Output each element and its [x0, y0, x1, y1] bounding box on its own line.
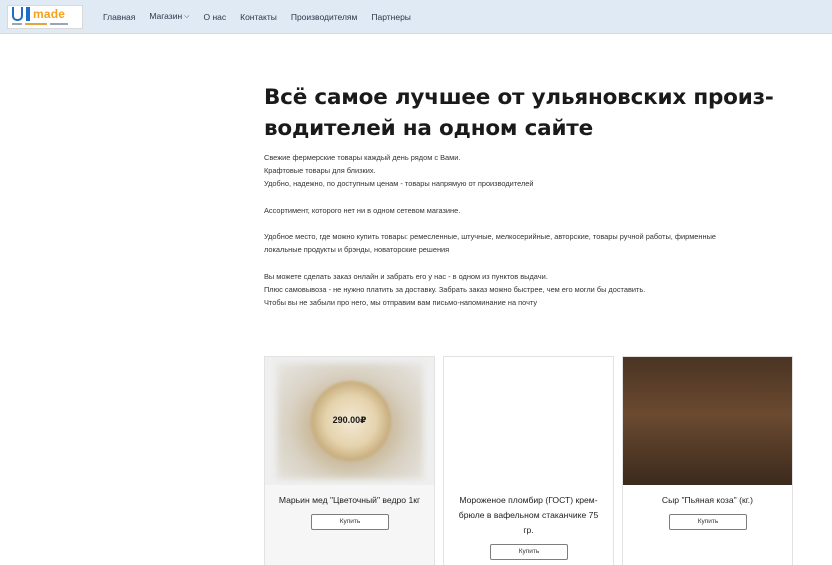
product-name[interactable]: Марьин мед "Цветочный" ведро 1кг — [273, 493, 426, 508]
nav-item-shop[interactable]: Магазин ⌵ — [149, 11, 189, 22]
top-navbar: made Главная Магазин ⌵ О нас Контакты Про… — [0, 0, 832, 34]
intro-line: Крафтовые товары для близких. — [264, 166, 376, 176]
nav-item-producers[interactable]: Производителям — [291, 12, 358, 22]
product-price: 290.00₽ — [332, 415, 367, 425]
product-name-line: Мороженое пломбир (ГОСТ) крем- — [459, 495, 598, 505]
site-logo[interactable]: made — [7, 5, 83, 29]
pickup-line: Чтобы вы не забыли про него, мы отправим… — [264, 298, 538, 308]
assortment-line: Ассортимент, которого нет ни в одном сет… — [264, 205, 461, 215]
nav-item-about[interactable]: О нас — [203, 12, 226, 22]
place-line: Удобное место, где можно купить товары: … — [264, 232, 716, 242]
product-image-honey[interactable]: 290.00₽ — [265, 357, 434, 485]
intro-line: Свежие фермерские товары каждый день ряд… — [264, 153, 461, 162]
hero-description: Свежие фермерские товары каждый день ряд… — [264, 151, 784, 309]
logo-u-mark — [12, 7, 23, 21]
logo-tagline — [12, 22, 78, 26]
product-card[interactable]: Мороженое пломбир (ГОСТ) крем- брюле в в… — [443, 356, 614, 565]
logo-text: made — [33, 7, 66, 21]
hero-title: Всё самое лучшее от ульяновских произ- в… — [264, 82, 804, 144]
nav-item-shop-label: Магазин — [149, 11, 183, 21]
product-image-ice-cream[interactable] — [444, 357, 613, 485]
buy-button[interactable]: Купить — [669, 514, 747, 530]
product-card[interactable]: Сыр "Пьяная коза" (кг.) Купить — [622, 356, 793, 565]
buy-button[interactable]: Купить — [311, 514, 389, 530]
chevron-down-icon: ⌵ — [184, 13, 190, 20]
logo-l-mark — [26, 7, 30, 21]
nav-item-contacts[interactable]: Контакты — [240, 12, 277, 22]
product-image-cheese[interactable] — [623, 357, 792, 485]
intro-line: Удобно, надежно, по доступным ценам - то… — [264, 179, 534, 189]
product-name-line: гр. — [523, 525, 534, 535]
product-name-line: брюле в вафельном стаканчике 75 — [458, 510, 599, 520]
product-grid: 290.00₽ Марьин мед "Цветочный" ведро 1кг… — [264, 356, 794, 565]
main-menu: Главная Магазин ⌵ О нас Контакты Производ… — [103, 11, 425, 22]
nav-item-home[interactable]: Главная — [103, 12, 135, 22]
buy-button[interactable]: Купить — [490, 544, 568, 560]
nav-item-partners[interactable]: Партнеры — [371, 12, 411, 22]
product-card[interactable]: 290.00₽ Марьин мед "Цветочный" ведро 1кг… — [264, 356, 435, 565]
product-name[interactable]: Сыр "Пьяная коза" (кг.) — [631, 493, 784, 508]
hero-title-line1: Всё самое лучшее от ульяновских произ- — [264, 85, 774, 110]
pickup-line: Вы можете сделать заказ онлайн и забрать… — [264, 271, 548, 281]
hero-title-line2: водителей на одном сайте — [264, 116, 593, 141]
place-line: локальные продукты и брэнды, новаторские… — [264, 245, 450, 255]
pickup-line: Плюс самовывоза - не нужно платить за до… — [264, 284, 646, 294]
product-name[interactable]: Мороженое пломбир (ГОСТ) крем- брюле в в… — [452, 493, 605, 538]
